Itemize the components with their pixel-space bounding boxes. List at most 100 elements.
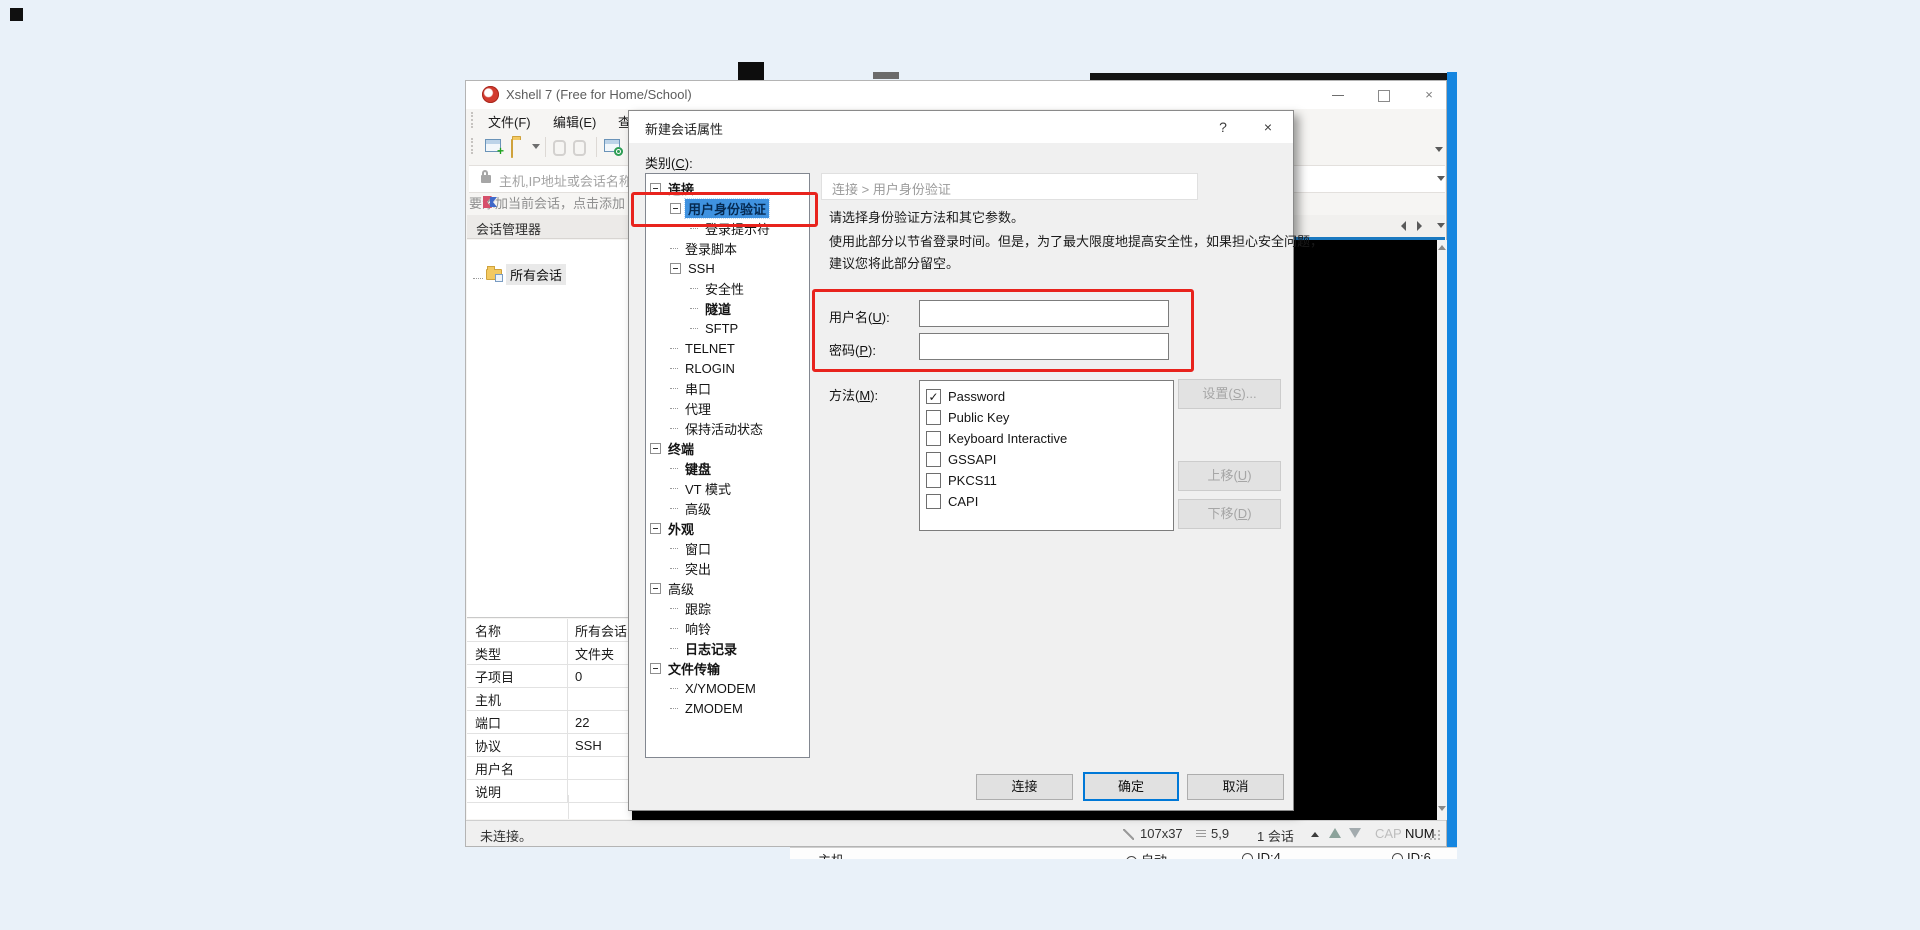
tree-item-label: 保持活动状态	[682, 419, 766, 438]
dialog-tree-item[interactable]: 窗口	[646, 538, 809, 558]
dialog-close-button[interactable]: ×	[1254, 117, 1282, 137]
dialog-tree-item[interactable]: 代理	[646, 398, 809, 418]
move-up-button[interactable]: 上移(U)	[1178, 461, 1281, 491]
move-down-button[interactable]: 下移(D)	[1178, 499, 1281, 529]
checkbox-icon[interactable]	[926, 473, 941, 488]
dialog-tree-item[interactable]: 高级	[646, 498, 809, 518]
dialog-tree-item[interactable]: 串口	[646, 378, 809, 398]
dialog-tree-item[interactable]: SFTP	[646, 318, 809, 338]
terminal-scrollbar[interactable]	[1437, 240, 1447, 820]
checkbox-icon[interactable]	[926, 494, 941, 509]
password-input[interactable]	[919, 333, 1169, 360]
download-arrow-icon[interactable]	[1349, 828, 1361, 838]
dialog-tree-item[interactable]: RLOGIN	[646, 358, 809, 378]
reconnect-icon	[573, 140, 586, 156]
settings-button[interactable]: 设置(S)...	[1178, 379, 1281, 409]
dialog-tree-item[interactable]: 键盘	[646, 458, 809, 478]
close-button[interactable]: ×	[1414, 89, 1444, 103]
tab-list-icon[interactable]	[1437, 223, 1445, 228]
dialog-tree-item[interactable]: 高级	[646, 578, 809, 598]
radio-icon	[1242, 853, 1253, 859]
method-item[interactable]: Public Key	[920, 407, 1173, 428]
maximize-icon	[1378, 90, 1390, 102]
properties-icon[interactable]	[604, 139, 620, 152]
dialog-tree-item[interactable]: SSH	[646, 258, 809, 278]
tree-item-label: SSH	[685, 261, 718, 276]
dialog-tree-item[interactable]: 连接	[646, 178, 809, 198]
property-row: 端口22	[467, 711, 632, 734]
checkbox-checked-icon[interactable]: ✓	[926, 389, 941, 404]
dialog-title-bar[interactable]: 新建会话属性 ? ×	[629, 111, 1293, 143]
tree-connector	[670, 559, 678, 569]
maximize-button[interactable]	[1369, 89, 1399, 103]
dialog-tree-item[interactable]: X/YMODEM	[646, 678, 809, 698]
minimize-button[interactable]	[1323, 89, 1353, 103]
tab-scroll-left-icon[interactable]	[1401, 221, 1406, 231]
session-tree-root[interactable]: 所有会话	[473, 265, 566, 283]
dialog-tree-item[interactable]: 文件传输	[646, 658, 809, 678]
tree-item-label: 高级	[682, 499, 714, 518]
scroll-up-icon[interactable]	[1438, 245, 1446, 250]
method-item[interactable]: Keyboard Interactive	[920, 428, 1173, 449]
tree-expander-icon[interactable]	[670, 263, 681, 274]
method-item[interactable]: CAPI	[920, 491, 1173, 512]
tree-expander-icon[interactable]	[670, 203, 681, 214]
method-item[interactable]: GSSAPI	[920, 449, 1173, 470]
tree-expander-icon[interactable]	[650, 443, 661, 454]
session-properties-dialog: 新建会话属性 ? × 类别(C): 连接用户身份验证登录提示符登录脚本SSH安全…	[628, 110, 1294, 811]
connect-button[interactable]: 连接	[976, 774, 1073, 800]
dialog-tree-item[interactable]: 用户身份验证	[646, 198, 809, 218]
checkbox-icon[interactable]	[926, 452, 941, 467]
tree-item-label: 文件传输	[665, 659, 723, 678]
tree-connector	[670, 419, 678, 429]
dialog-tree-item[interactable]: 响铃	[646, 618, 809, 638]
dialog-help-button[interactable]: ?	[1209, 117, 1237, 137]
dialog-tree-item[interactable]: VT 模式	[646, 478, 809, 498]
method-item[interactable]: PKCS11	[920, 470, 1173, 491]
dialog-tree-item[interactable]: TELNET	[646, 338, 809, 358]
tab-scroll-right-icon[interactable]	[1417, 221, 1422, 231]
title-bar[interactable]: Xshell 7 (Free for Home/School) ×	[466, 81, 1446, 109]
address-input[interactable]: 主机,IP地址或会话名称	[499, 171, 632, 190]
dialog-tree-item[interactable]: 日志记录	[646, 638, 809, 658]
dialog-tree-item[interactable]: 保持活动状态	[646, 418, 809, 438]
chevron-down-icon[interactable]	[532, 144, 540, 149]
checkbox-icon[interactable]	[926, 410, 941, 425]
bg-fragment-host: 主机	[818, 850, 844, 859]
tree-root-label: 所有会话	[506, 264, 566, 285]
dialog-tree-item[interactable]: 突出	[646, 558, 809, 578]
scroll-down-icon[interactable]	[1438, 806, 1446, 811]
dialog-tree-item[interactable]: 登录提示符	[646, 218, 809, 238]
dialog-tree-item[interactable]: 安全性	[646, 278, 809, 298]
dialog-tree-item[interactable]: 登录脚本	[646, 238, 809, 258]
upload-arrow-icon[interactable]	[1329, 828, 1341, 838]
dialog-tree-item[interactable]: 外观	[646, 518, 809, 538]
property-value: 文件夹	[568, 644, 614, 663]
dialog-tree-item[interactable]: 跟踪	[646, 598, 809, 618]
dialog-tree-item[interactable]: ZMODEM	[646, 698, 809, 718]
dialog-tree-item[interactable]: 隧道	[646, 298, 809, 318]
menu-edit[interactable]: 编辑(E)	[553, 112, 596, 131]
resize-grip[interactable]	[1430, 830, 1440, 840]
toolbar-overflow-icon[interactable]	[1435, 147, 1443, 152]
method-item[interactable]: ✓Password	[920, 386, 1173, 407]
lock-icon	[481, 175, 491, 183]
session-list-caret-icon[interactable]	[1311, 832, 1319, 837]
tree-expander-icon[interactable]	[650, 663, 661, 674]
new-session-icon[interactable]: +	[485, 139, 501, 152]
open-folder-icon[interactable]	[511, 139, 513, 158]
dialog-tree-item[interactable]: 终端	[646, 438, 809, 458]
method-list[interactable]: ✓PasswordPublic KeyKeyboard InteractiveG…	[919, 380, 1174, 531]
cancel-button[interactable]: 取消	[1187, 774, 1284, 800]
tree-expander-icon[interactable]	[650, 523, 661, 534]
username-input[interactable]	[919, 300, 1169, 327]
checkbox-icon[interactable]	[926, 431, 941, 446]
tree-expander-icon[interactable]	[650, 183, 661, 194]
ok-button[interactable]: 确定	[1083, 772, 1179, 801]
xshell-logo-icon	[482, 86, 499, 103]
property-row: 主机	[467, 688, 632, 711]
tree-expander-icon[interactable]	[650, 583, 661, 594]
address-dropdown-icon[interactable]	[1437, 176, 1445, 181]
menu-file[interactable]: 文件(F)	[488, 112, 531, 131]
dialog-category-tree[interactable]: 连接用户身份验证登录提示符登录脚本 SSH 安全性隧道SFTPTELNETRLOGI…	[645, 173, 810, 758]
